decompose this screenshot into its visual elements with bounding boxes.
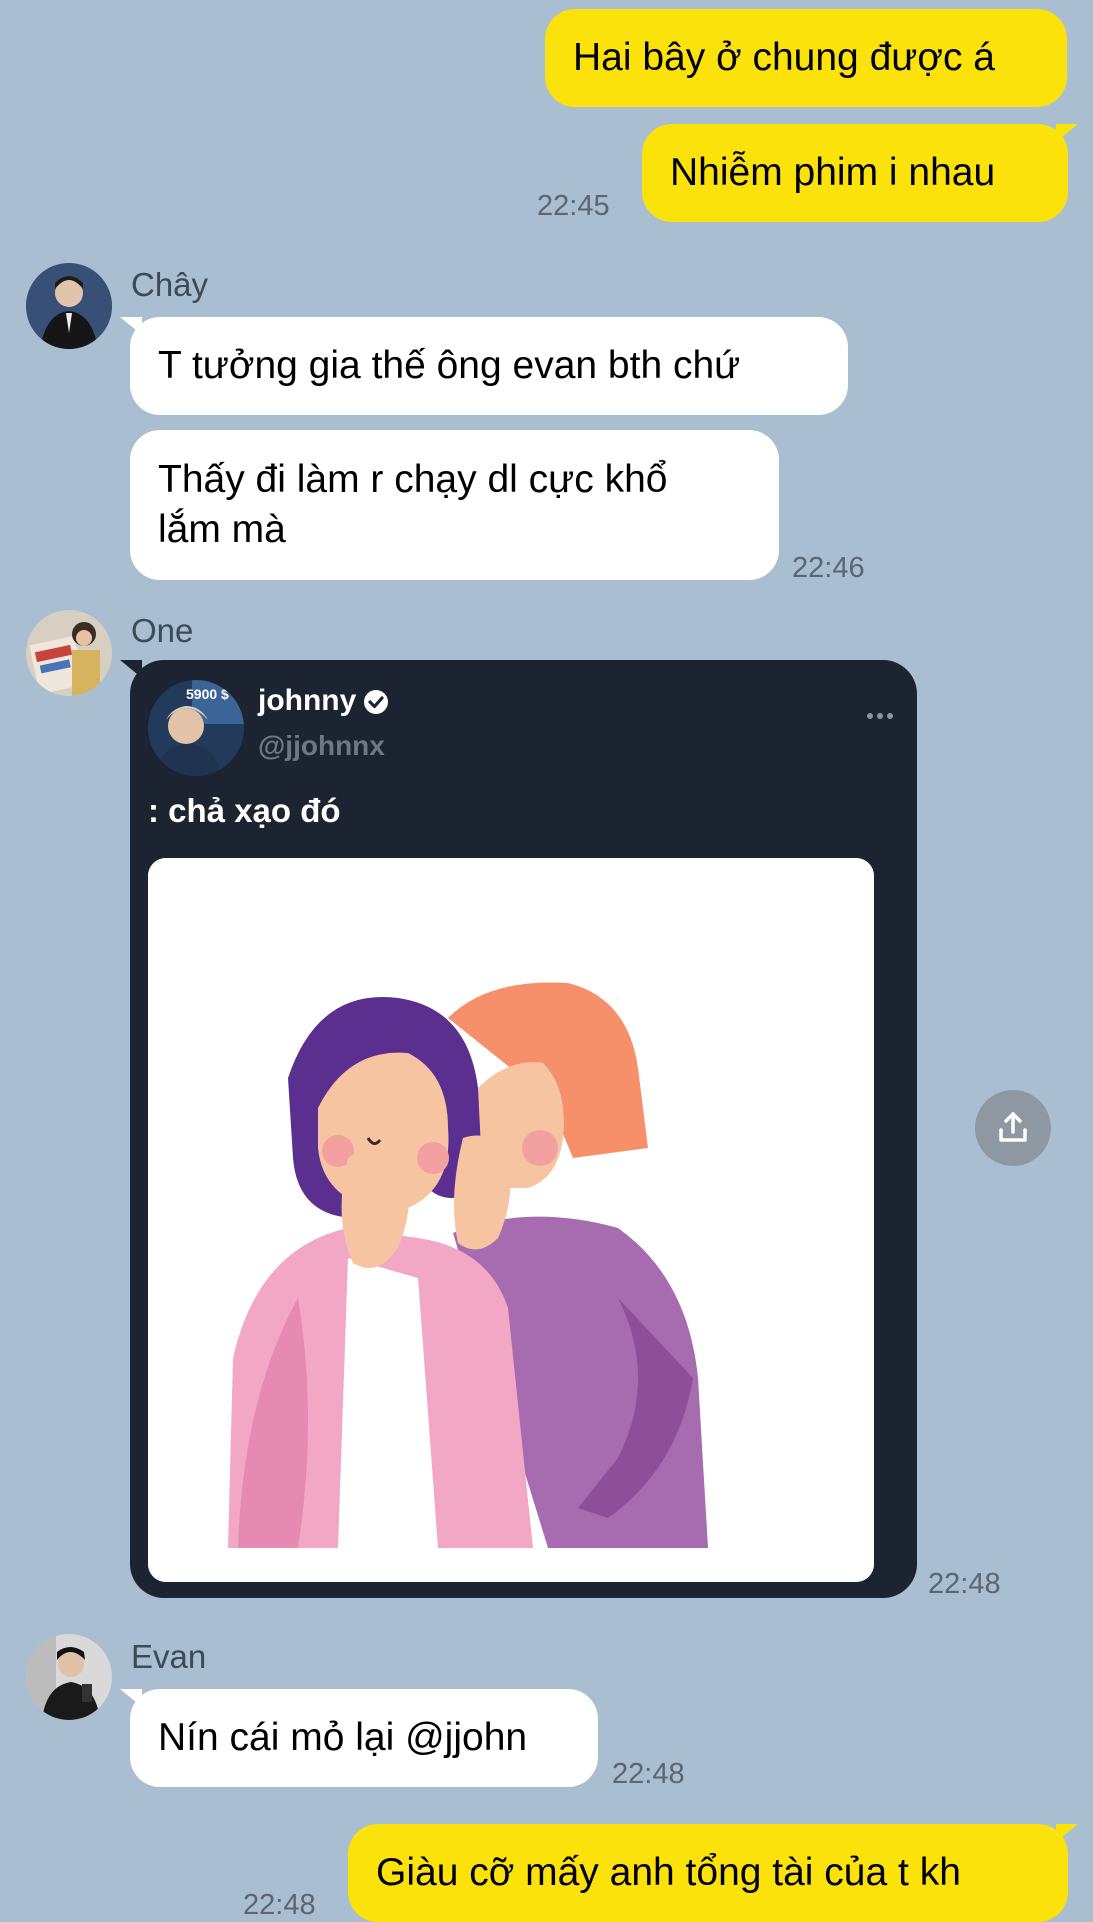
outgoing-message[interactable]: Hai bây ở chung được á xyxy=(545,9,1067,107)
tweet-handle[interactable]: @jjohnnx xyxy=(258,730,385,762)
message-text: Nín cái mỏ lại @jjohn xyxy=(158,1716,528,1759)
incoming-message[interactable]: Nín cái mỏ lại @jjohn xyxy=(120,1689,598,1787)
message-text: T tưởng gia thế ông evan bth chứ xyxy=(158,344,741,387)
tweet-image[interactable] xyxy=(148,858,874,1582)
message-timestamp: 22:46 xyxy=(792,552,865,584)
message-text: Hai bây ở chung được á xyxy=(573,36,995,79)
tweet-card[interactable]: 5900 $ johnny @jjohnnx : chả xạo đó xyxy=(120,660,917,1598)
sender-name: One xyxy=(131,612,194,649)
incoming-message[interactable]: Thấy đi làm r chạy dl cực khổ lắm mà xyxy=(130,430,779,580)
tweet-display-name[interactable]: johnny xyxy=(258,684,356,718)
message-text: Giàu cỡ mấy anh tổng tài của t kh xyxy=(376,1851,961,1894)
avatar-one[interactable] xyxy=(26,610,112,696)
incoming-message[interactable]: T tưởng gia thế ông evan bth chứ xyxy=(120,317,848,415)
share-upload-icon xyxy=(995,1110,1031,1146)
avatar-evan[interactable] xyxy=(26,1634,112,1720)
message-text: Nhiễm phim i nhau xyxy=(670,151,996,194)
message-timestamp: 22:48 xyxy=(243,1889,316,1921)
share-button[interactable] xyxy=(975,1090,1051,1166)
outgoing-message[interactable]: Giàu cỡ mấy anh tổng tài của t kh xyxy=(348,1824,1078,1922)
message-text-line: Thấy đi làm r chạy dl cực khổ xyxy=(158,458,668,501)
message-timestamp: 22:45 xyxy=(537,190,610,222)
message-timestamp: 22:48 xyxy=(612,1758,685,1790)
avatar-chay[interactable] xyxy=(26,263,112,349)
sender-name: Chây xyxy=(131,266,209,303)
verified-badge-icon xyxy=(362,688,390,716)
message-timestamp: 22:48 xyxy=(928,1568,1001,1600)
tweet-text: : chả xạo đó xyxy=(148,792,341,829)
message-text-line: lắm mà xyxy=(158,508,286,551)
avatar-price-tag: 5900 $ xyxy=(186,686,229,702)
more-dots-icon[interactable] xyxy=(865,708,895,719)
sender-name: Evan xyxy=(131,1638,207,1675)
message-text-block: Thấy đi làm r chạy dl cực khổ lắm mà xyxy=(158,455,667,555)
outgoing-message[interactable]: Nhiễm phim i nhau xyxy=(642,124,1078,222)
tweet-author-avatar[interactable]: 5900 $ xyxy=(148,680,244,776)
